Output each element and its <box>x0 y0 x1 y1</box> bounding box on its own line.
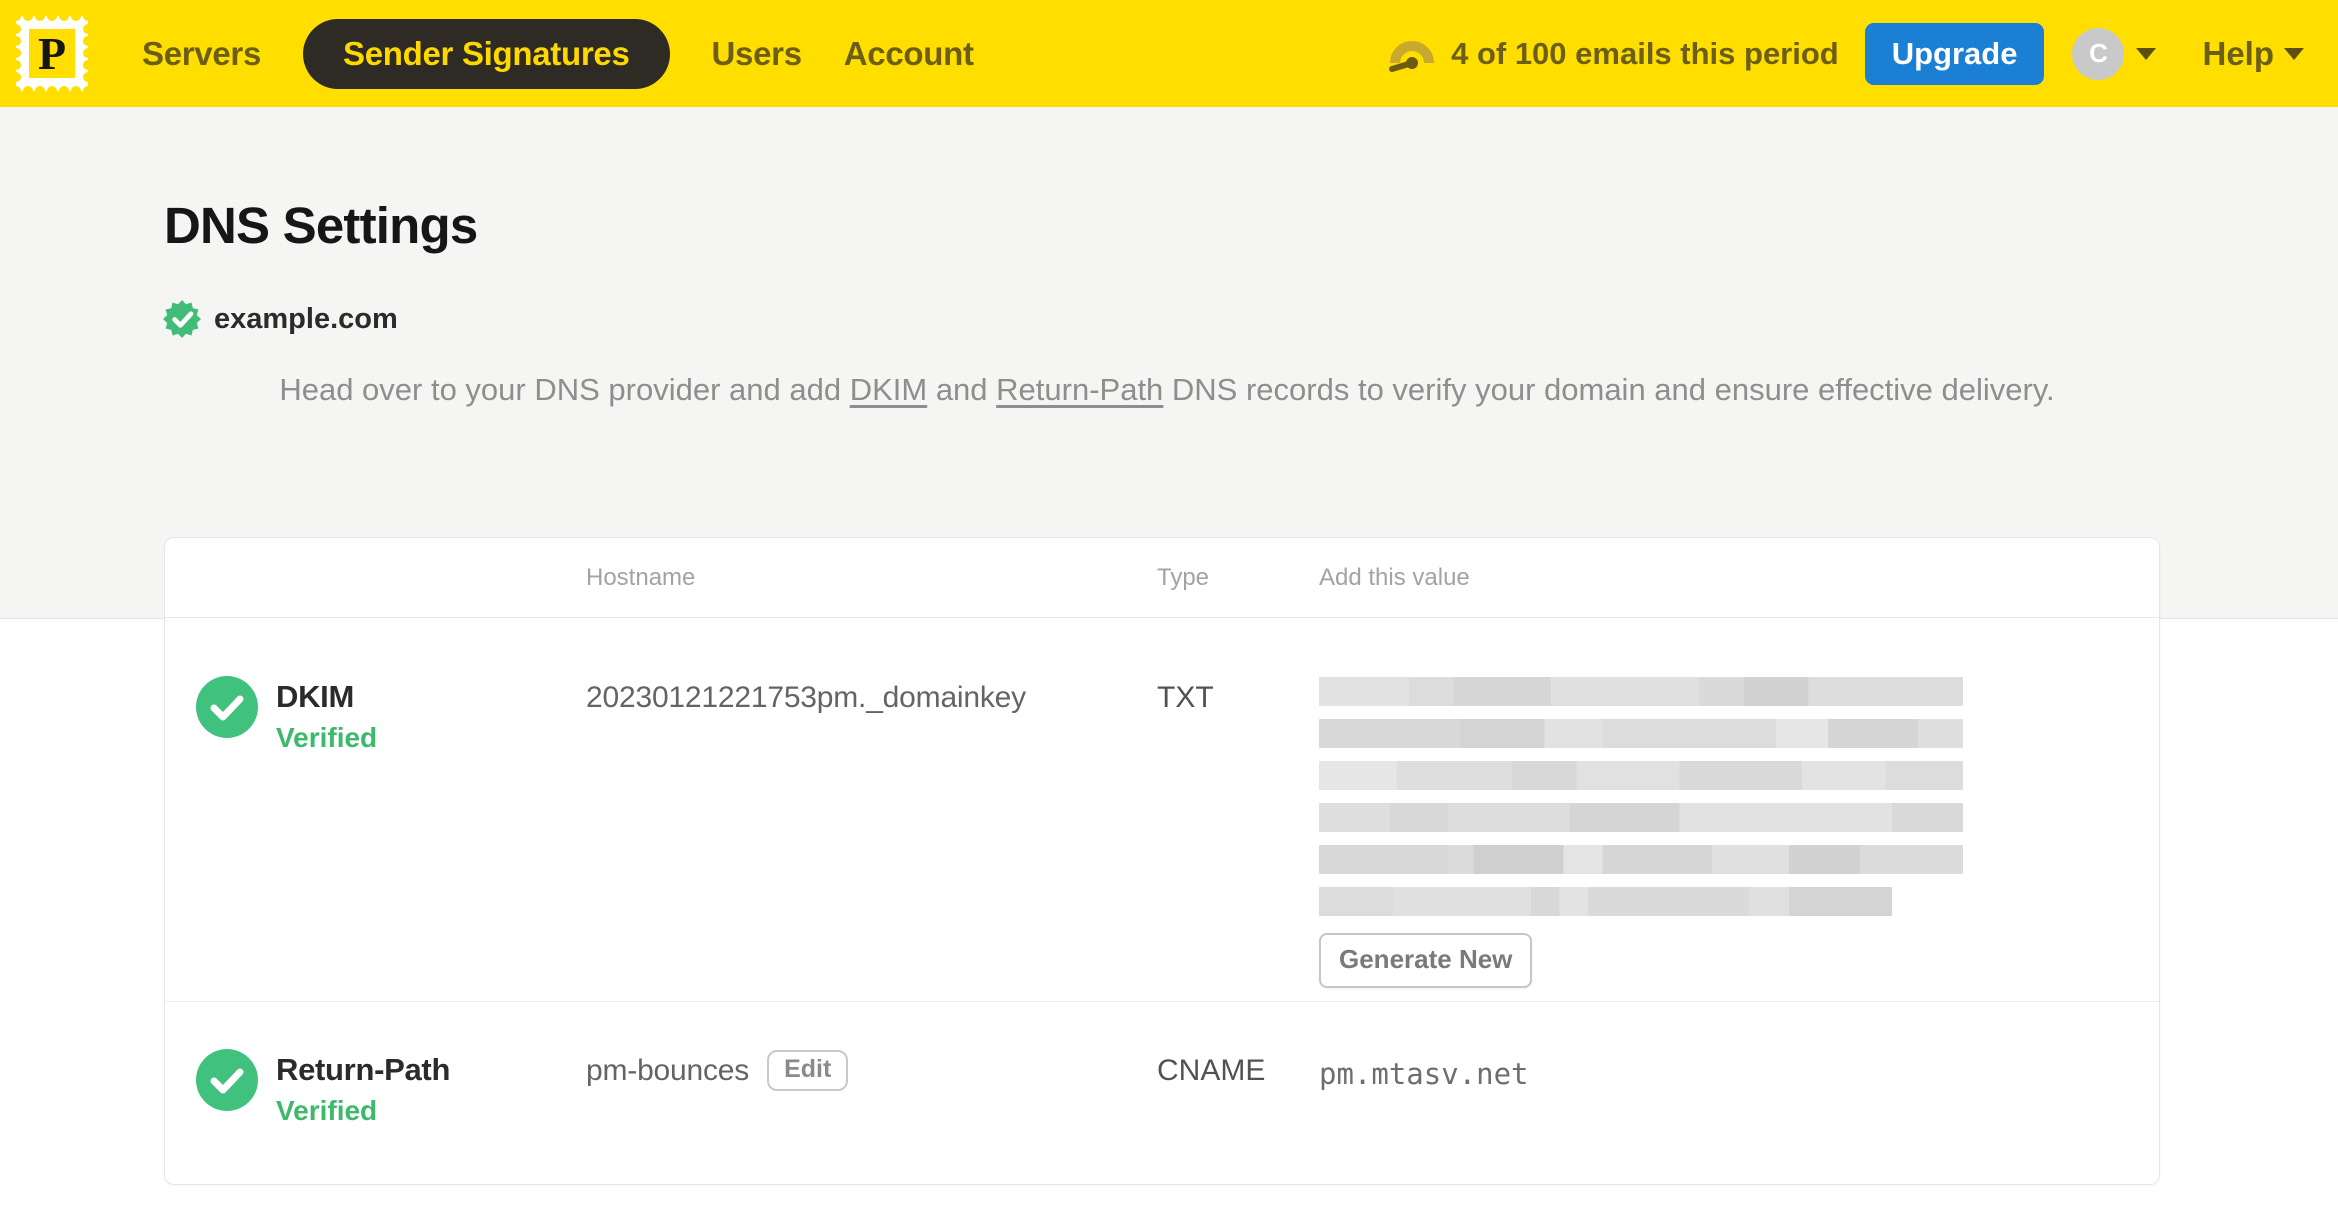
edit-button[interactable]: Edit <box>767 1050 849 1091</box>
redacted-value-row <box>1319 677 1963 706</box>
page-description: Head over to your DNS provider and add D… <box>169 366 2165 414</box>
help-menu[interactable]: Help <box>2202 35 2304 73</box>
nav-item-servers[interactable]: Servers <box>142 35 261 73</box>
avatar[interactable]: C <box>2072 27 2125 80</box>
nav-item-account[interactable]: Account <box>844 35 974 73</box>
navbar-right-cluster: 4 of 100 emails this period Upgrade C He… <box>1387 22 2304 85</box>
domain-name: example.com <box>214 302 398 335</box>
dkim-link[interactable]: DKIM <box>850 372 928 407</box>
dns-records-card: Hostname Type Add this value DKIM Verifi… <box>164 537 2160 1185</box>
redacted-value-row <box>1319 887 1893 916</box>
description-text: Head over to your DNS provider and add <box>279 372 850 407</box>
table-row-dkim: DKIM Verified 20230121221753pm._domainke… <box>165 618 2159 1002</box>
redacted-dns-value <box>1319 677 1963 916</box>
record-type: CNAME <box>1157 1054 1266 1087</box>
column-header-value: Add this value <box>1319 563 1470 591</box>
redacted-value-row <box>1319 845 1963 874</box>
domain-row: example.com <box>163 300 398 338</box>
generate-new-button[interactable]: Generate New <box>1319 933 1533 988</box>
redacted-value-row <box>1319 803 1963 832</box>
postmark-logo[interactable]: P <box>11 11 93 96</box>
nav-item-sender-signatures[interactable]: Sender Signatures <box>303 18 670 89</box>
svg-text:P: P <box>38 28 66 79</box>
redacted-value-row <box>1319 719 1963 748</box>
record-hostname: pm-bounces <box>586 1054 750 1087</box>
help-caret-icon <box>2284 47 2304 60</box>
help-label: Help <box>2202 34 2274 72</box>
column-header-hostname: Hostname <box>586 563 696 591</box>
record-hostname: 20230121221753pm._domainkey <box>586 681 1026 714</box>
record-status: Verified <box>276 722 378 753</box>
description-text: DNS records to verify your domain and en… <box>1163 372 2055 407</box>
description-text: and <box>927 372 997 407</box>
usage-text: 4 of 100 emails this period <box>1451 35 1839 71</box>
return-path-link[interactable]: Return-Path <box>996 372 1163 407</box>
column-header-type: Type <box>1157 563 1210 591</box>
verified-badge <box>196 676 258 738</box>
redacted-value-row <box>1319 761 1963 790</box>
check-icon <box>210 1068 244 1094</box>
verified-badge <box>196 1049 258 1111</box>
usage-meter: 4 of 100 emails this period <box>1387 34 1839 74</box>
check-icon <box>210 695 244 721</box>
record-name: Return-Path <box>276 1052 451 1087</box>
primary-nav: Servers Sender Signatures Users Account <box>142 18 974 89</box>
upgrade-button[interactable]: Upgrade <box>1864 22 2045 85</box>
page-title: DNS Settings <box>164 197 478 254</box>
top-navbar: P Servers Sender Signatures Users Accoun… <box>0 0 2338 107</box>
nav-item-users[interactable]: Users <box>712 35 803 73</box>
record-name: DKIM <box>276 679 355 714</box>
record-status: Verified <box>276 1095 378 1126</box>
record-value: pm.mtasv.net <box>1319 1057 1529 1091</box>
record-type: TXT <box>1157 681 1214 714</box>
avatar-caret-icon[interactable] <box>2136 47 2157 60</box>
verified-seal-icon <box>163 300 201 338</box>
gauge-icon <box>1389 40 1435 72</box>
postage-stamp-icon: P <box>11 11 93 96</box>
table-header-row: Hostname Type Add this value <box>165 538 2159 618</box>
table-row-return-path: Return-Path Verified pm-bounces Edit CNA… <box>165 1002 2159 1184</box>
